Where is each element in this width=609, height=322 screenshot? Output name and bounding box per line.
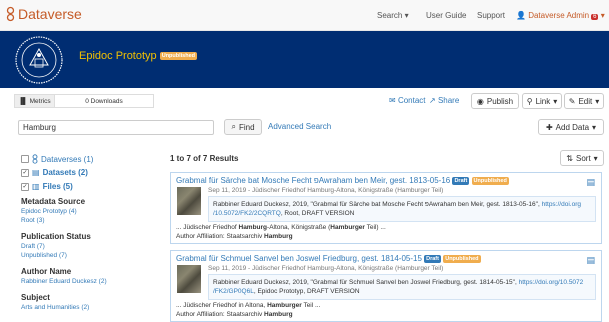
result-snippet: ... Jüdischer Friedhof Hamburg-Altona, K… — [176, 224, 386, 231]
downloads-count: 0 Downloads — [85, 97, 123, 105]
facet-value[interactable]: Rabbiner Eduard Duckesz (2) — [21, 278, 107, 285]
caret-down-icon: ▾ — [593, 153, 598, 163]
result-thumbnail[interactable] — [177, 265, 201, 293]
facet-title-metadata-source: Metadata Source — [21, 197, 86, 206]
facet-datasets[interactable]: ✓ ▤ Datasets (2) — [21, 168, 88, 177]
file-icon: ▥ — [32, 182, 40, 191]
metrics-tab[interactable]: ▐▌ Metrics — [15, 95, 55, 107]
results-count: 1 to 7 of 7 Results — [170, 154, 239, 163]
result-snippet: ... Jüdischer Friedhof in Altona, Hambur… — [176, 302, 321, 309]
plus-icon: ✚ — [545, 122, 553, 132]
facet-value[interactable]: Epidoc Prototyp (4) — [21, 208, 77, 215]
facet-value[interactable]: Root (3) — [21, 217, 44, 224]
caret-down-icon: ▾ — [553, 96, 558, 106]
university-seal-icon — [15, 36, 63, 84]
search-icon: ⌕ — [231, 122, 236, 131]
result-title-link[interactable]: Grabmal für Schmuel Sanvel ben Joswel Fr… — [176, 254, 481, 263]
result-snippet: Author Affiliation: Staatsarchiv Hamburg — [176, 311, 293, 318]
contact-link[interactable]: ✉ Contact — [389, 96, 426, 105]
pencil-icon: ✎ — [568, 96, 576, 106]
result-meta: Sep 11, 2019 - Jüdischer Friedhof Hambur… — [208, 187, 444, 194]
facet-files[interactable]: ✓ ▥ Files (5) — [21, 182, 73, 191]
find-button[interactable]: ⌕ Find — [224, 119, 262, 135]
metrics-panel: ▐▌ Metrics 0 Downloads — [14, 94, 154, 108]
brand-link[interactable]: Dataverse — [6, 6, 82, 22]
envelope-icon: ✉ — [389, 96, 396, 105]
notification-badge: 6 — [591, 14, 599, 20]
user-icon: 👤 — [516, 11, 526, 20]
facet-dataverses[interactable]: Dataverses (1) — [21, 154, 93, 164]
support-link[interactable]: Support — [477, 11, 505, 20]
dataset-icon: ▤ — [586, 255, 595, 265]
unpublished-label: Unpublished — [159, 52, 198, 61]
share-icon: ↗ — [429, 96, 436, 105]
sort-icon: ⇅ — [566, 153, 573, 163]
facet-title-author-name: Author Name — [21, 267, 72, 276]
citation-box: Rabbiner Eduard Duckesz, 2019, "Grabmal … — [208, 274, 596, 300]
facet-title-subject: Subject — [21, 293, 50, 302]
unpublished-label: Unpublished — [443, 254, 481, 263]
result-snippet: Author Affiliation: Staatsarchiv Hamburg — [176, 233, 293, 240]
draft-label: Draft — [424, 254, 441, 263]
caret-down-icon: ▾ — [404, 11, 409, 20]
draft-label: Draft — [452, 176, 470, 185]
user-guide-link[interactable]: User Guide — [426, 11, 466, 20]
globe-icon: ◉ — [476, 96, 484, 106]
sort-button[interactable]: ⇅ Sort ▾ — [560, 150, 604, 166]
share-link[interactable]: ↗ Share — [429, 96, 459, 105]
top-navbar: Dataverse Search ▾ User Guide Support 👤 … — [0, 0, 609, 31]
caret-down-icon: ▾ — [592, 122, 597, 132]
dataverse-logo-icon — [6, 6, 15, 22]
facet-value[interactable]: Arts and Humanities (2) — [21, 304, 89, 311]
facet-title-publication-status: Publication Status — [21, 232, 91, 241]
dataverses-checkbox[interactable] — [21, 155, 29, 163]
dataverse-icon — [32, 154, 38, 164]
edit-button[interactable]: ✎ Edit ▾ — [564, 93, 604, 109]
publish-button[interactable]: ◉ Publish — [471, 93, 519, 109]
dataset-icon: ▤ — [586, 177, 595, 187]
files-checkbox[interactable]: ✓ — [21, 182, 29, 191]
citation-box: Rabbiner Eduard Duckesz, 2019, "Grabmal … — [208, 196, 596, 222]
datasets-checkbox[interactable]: ✓ — [21, 168, 29, 177]
advanced-search-link[interactable]: Advanced Search — [268, 122, 331, 131]
search-menu[interactable]: Search ▾ — [377, 11, 409, 20]
bar-chart-icon: ▐▌ — [18, 97, 28, 105]
result-title-link[interactable]: Grabmal für Särche bat Mosche Fecht פAwr… — [176, 176, 509, 185]
caret-down-icon: ▾ — [600, 11, 605, 20]
dataverse-title[interactable]: Epidoc Prototyp Unpublished — [79, 50, 198, 62]
unpublished-label: Unpublished — [471, 176, 509, 185]
search-input[interactable] — [18, 120, 214, 135]
facet-value[interactable]: Unpublished (7) — [21, 252, 67, 259]
result-meta: Sep 11, 2019 - Jüdischer Friedhof Hambur… — [208, 265, 444, 272]
dataset-icon: ▤ — [32, 168, 40, 177]
brand-name: Dataverse — [18, 6, 82, 22]
link-button[interactable]: ⚲ Link ▾ — [522, 93, 562, 109]
result-card: Grabmal für Särche bat Mosche Fecht פAwr… — [170, 172, 602, 244]
facet-value[interactable]: Draft (7) — [21, 243, 45, 250]
caret-down-icon: ▾ — [595, 96, 600, 106]
dataverse-header: Epidoc Prototyp Unpublished — [0, 31, 609, 88]
result-card: Grabmal für Schmuel Sanvel ben Joswel Fr… — [170, 250, 602, 322]
link-icon: ⚲ — [526, 96, 533, 106]
result-thumbnail[interactable] — [177, 187, 201, 215]
add-data-button[interactable]: ✚ Add Data ▾ — [538, 119, 604, 135]
user-menu[interactable]: 👤 Dataverse Admin 6 ▾ — [516, 11, 605, 20]
